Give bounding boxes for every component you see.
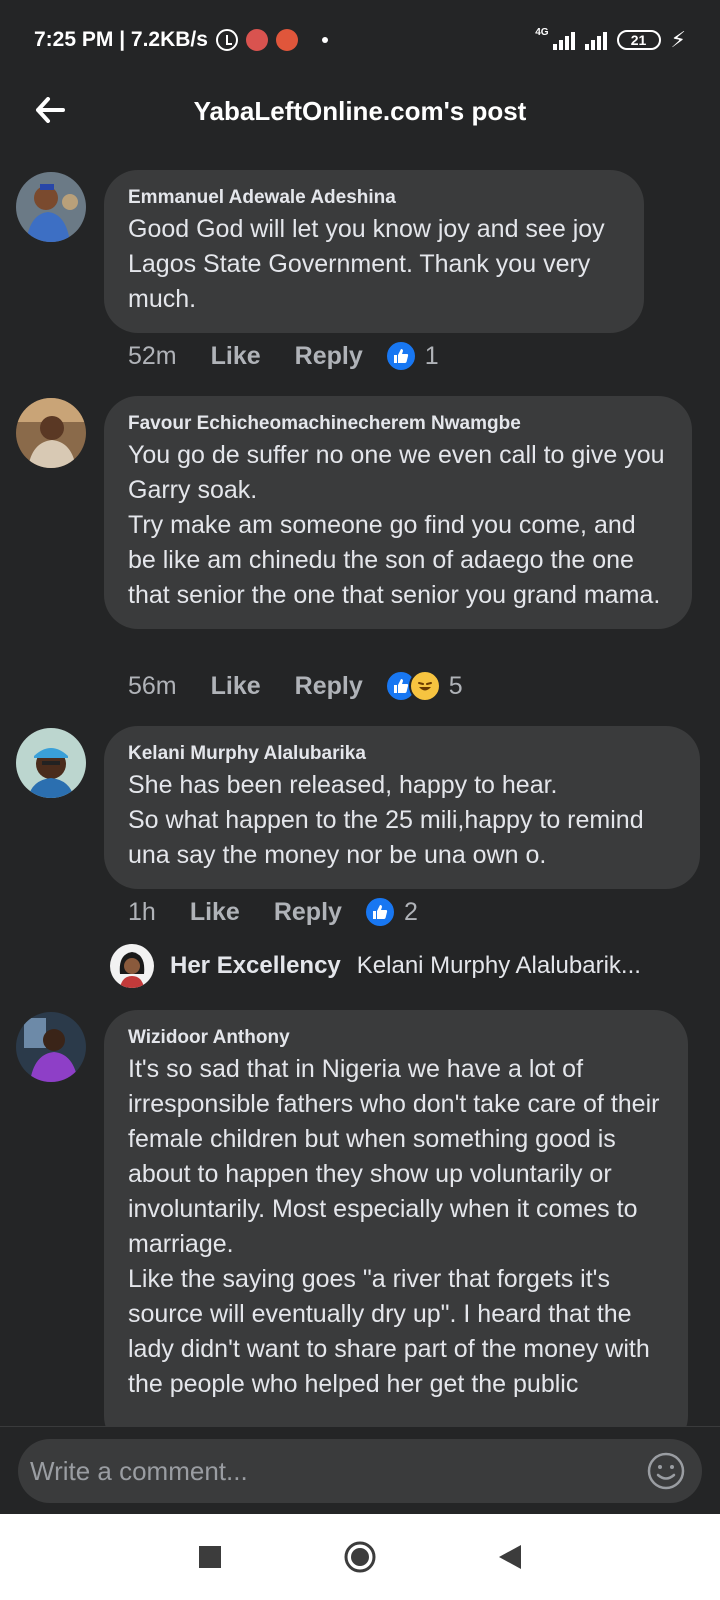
comment-input[interactable]: [30, 1455, 646, 1487]
recents-button[interactable]: [190, 1537, 230, 1577]
comment-author[interactable]: Favour Echicheomachinecherem Nwamgbe: [128, 410, 670, 438]
reply-button[interactable]: Reply: [274, 898, 342, 927]
signal-icon-2: [584, 30, 607, 50]
like-reaction-icon: [384, 340, 417, 372]
more-notifications-dot-icon: [321, 37, 328, 43]
like-button[interactable]: Like: [211, 342, 261, 371]
avatar[interactable]: [16, 728, 86, 798]
reaction-count: 1: [424, 341, 439, 370]
like-button[interactable]: Like: [190, 898, 240, 927]
comment-time: 52m: [128, 341, 177, 370]
comment-text: You go de suffer no one we even call to …: [128, 441, 665, 609]
haha-reaction-icon: [408, 670, 441, 702]
signal-icon: [552, 30, 575, 50]
reply-author: Her Excellency: [170, 952, 341, 979]
smiley-icon: [647, 1452, 685, 1490]
status-time: 7:25 PM | 7.2KB/s: [34, 28, 208, 51]
like-reaction-icon: [363, 896, 396, 928]
network-type-label: 4G: [535, 26, 549, 38]
reaction-summary[interactable]: 1: [384, 340, 439, 372]
comment-author[interactable]: Kelani Murphy Alalubarika: [128, 740, 678, 768]
comment-author[interactable]: Wizidoor Anthony: [128, 1024, 666, 1052]
avatar[interactable]: [16, 172, 86, 242]
app-notification-icon-2: [275, 29, 298, 51]
circle-icon: [344, 1541, 376, 1573]
battery-level: 21: [630, 32, 647, 48]
charging-icon: ⚡: [670, 27, 686, 52]
like-button[interactable]: Like: [211, 672, 261, 701]
comment-composer[interactable]: [18, 1439, 702, 1503]
system-nav-bar: [0, 1514, 720, 1600]
back-nav-button[interactable]: [490, 1537, 530, 1577]
reply-button[interactable]: Reply: [295, 342, 363, 371]
comment-composer-bar: [0, 1426, 720, 1514]
app-notification-icon: [245, 29, 268, 51]
comment-text: Good God will let you know joy and see j…: [128, 215, 605, 313]
reply-snippet: Kelani Murphy Alalubarik...: [356, 952, 641, 979]
comment-time: 56m: [128, 671, 177, 700]
avatar[interactable]: [16, 398, 86, 468]
comment-text: It's so sad that in Nigeria we have a lo…: [128, 1055, 660, 1398]
comments-list[interactable]: Emmanuel Adewale Adeshina Good God will …: [0, 170, 720, 1426]
reaction-summary[interactable]: 5: [384, 670, 463, 702]
status-bar: 7:25 PM | 7.2KB/s 4G 21 ⚡: [0, 0, 720, 80]
comment-actions: 56m Like Reply 5: [128, 666, 463, 706]
triangle-back-icon: [499, 1545, 521, 1569]
back-arrow-icon: [36, 97, 65, 123]
comment-actions: 1h Like Reply 2: [128, 892, 418, 932]
comment-time: 1h: [128, 897, 156, 926]
comment-bubble: Emmanuel Adewale Adeshina Good God will …: [104, 170, 644, 333]
back-button[interactable]: [30, 90, 70, 130]
comment-text: She has been released, happy to hear. So…: [128, 771, 644, 869]
comment-bubble: Kelani Murphy Alalubarika She has been r…: [104, 726, 700, 889]
comment-bubble: Wizidoor Anthony It's so sad that in Nig…: [104, 1010, 688, 1426]
home-button[interactable]: [340, 1537, 380, 1577]
emoji-button[interactable]: [646, 1451, 686, 1491]
reaction-count: 5: [448, 671, 463, 700]
post-header: YabaLeftOnline.com's post: [0, 80, 720, 142]
status-right: 4G 21 ⚡: [535, 27, 686, 53]
square-icon: [199, 1546, 221, 1568]
battery-icon: 21: [616, 30, 661, 50]
comment-actions: 52m Like Reply 1: [128, 336, 439, 376]
reply-preview[interactable]: Her Excellency Kelani Murphy Alalubarik.…: [110, 944, 641, 988]
avatar[interactable]: [16, 1012, 86, 1082]
reaction-count: 2: [403, 897, 418, 926]
comment-author[interactable]: Emmanuel Adewale Adeshina: [128, 184, 622, 212]
comment-bubble: Favour Echicheomachinecherem Nwamgbe You…: [104, 396, 692, 629]
reply-button[interactable]: Reply: [295, 672, 363, 701]
avatar: [110, 944, 154, 988]
status-left: 7:25 PM | 7.2KB/s: [34, 28, 328, 52]
reaction-summary[interactable]: 2: [363, 896, 418, 928]
page-title: YabaLeftOnline.com's post: [193, 95, 527, 126]
alarm-icon: [215, 29, 238, 51]
